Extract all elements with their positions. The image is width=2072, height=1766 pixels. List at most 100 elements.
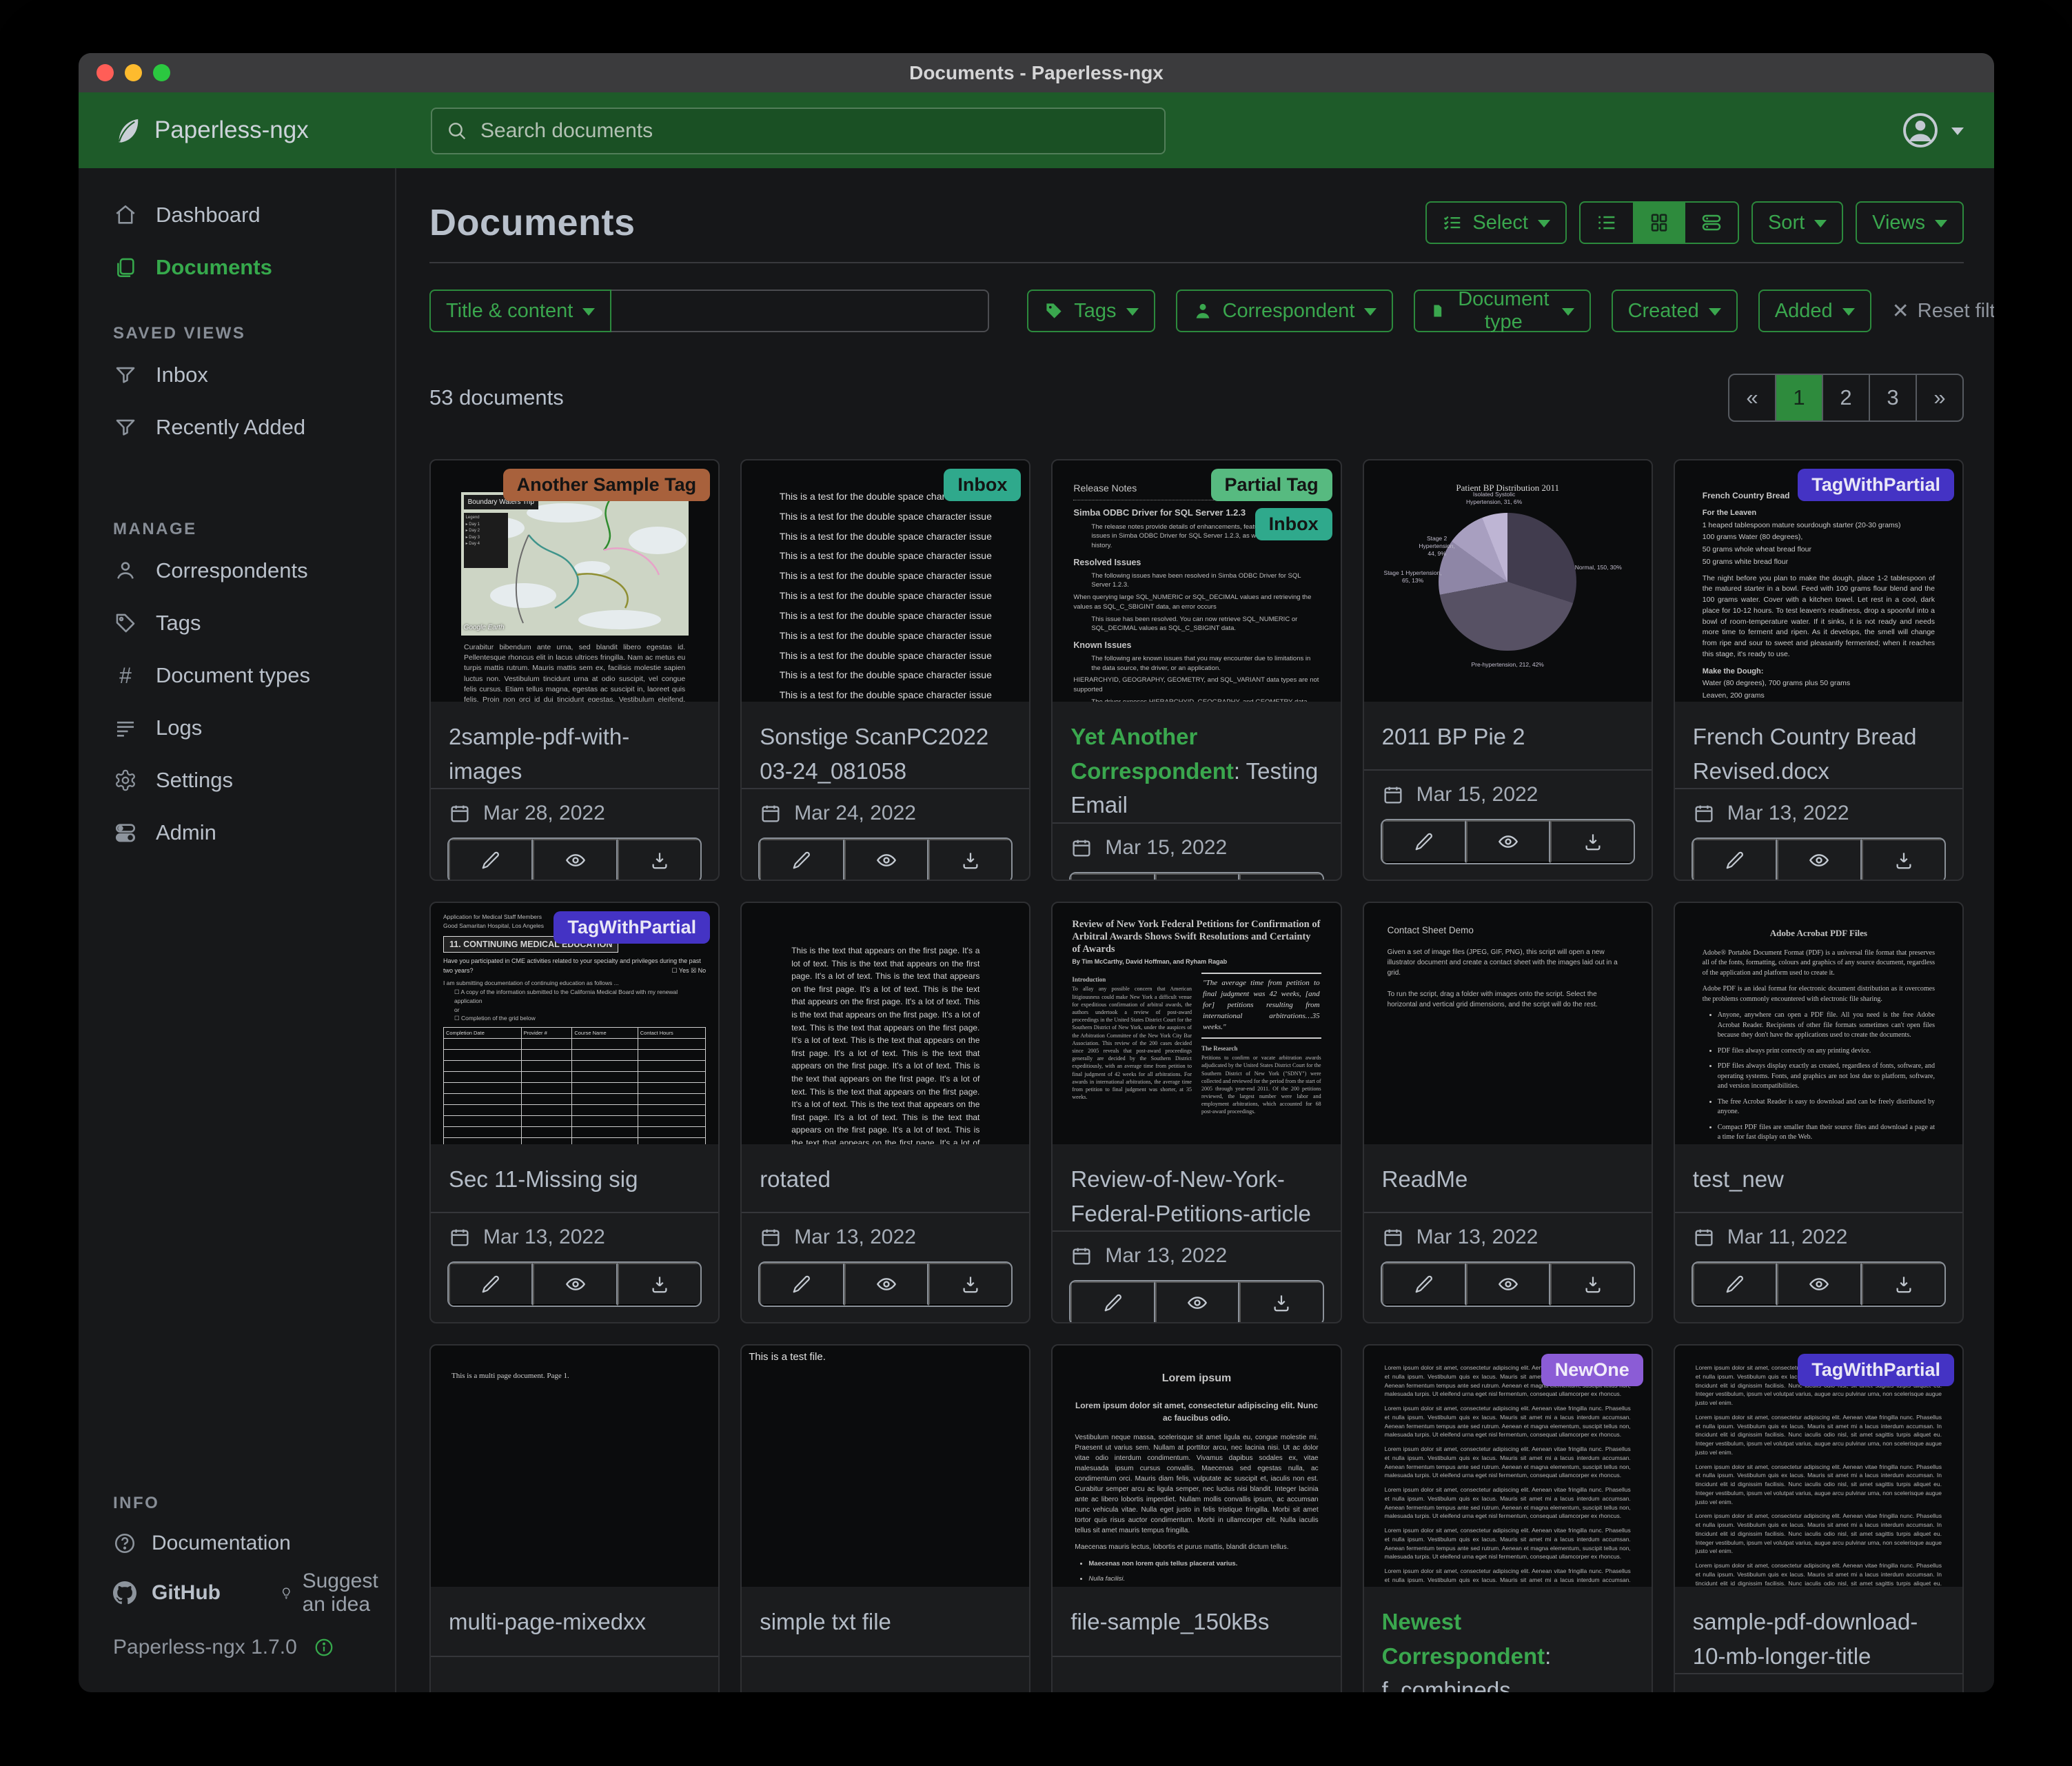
pagination-page-3[interactable]: 3 xyxy=(1870,375,1917,420)
document-title[interactable]: 2011 BP Pie 2 xyxy=(1364,702,1652,769)
document-type-filter-button[interactable]: Document type xyxy=(1414,290,1590,332)
sidebar-item-github[interactable]: GitHub xyxy=(152,1581,221,1605)
sort-button[interactable]: Sort xyxy=(1751,201,1843,244)
view-document-button[interactable] xyxy=(844,1263,928,1306)
document-title[interactable]: French Country Bread Revised.docx xyxy=(1675,702,1962,788)
document-thumbnail[interactable]: Adobe Acrobat PDF Files Adobe® Portable … xyxy=(1675,903,1962,1144)
view-document-button[interactable] xyxy=(1155,1281,1239,1323)
reset-filters-button[interactable]: ✕ Reset filters xyxy=(1892,299,1994,323)
user-menu[interactable] xyxy=(1900,92,1964,168)
edit-document-button[interactable] xyxy=(760,839,844,881)
sidebar-item-admin[interactable]: Admin xyxy=(79,806,395,859)
document-thumbnail[interactable]: Application for Medical Staff MembersGoo… xyxy=(431,903,718,1144)
views-button[interactable]: Views xyxy=(1856,201,1964,244)
document-thumbnail[interactable]: This is a multi page document. Page 1. xyxy=(431,1346,718,1587)
view-mode-details[interactable] xyxy=(1685,203,1738,243)
sidebar-item-settings[interactable]: Settings xyxy=(79,754,395,806)
correspondent-filter-button[interactable]: Correspondent xyxy=(1176,290,1394,332)
document-correspondent[interactable]: Yet Another Correspondent xyxy=(1070,724,1234,784)
view-document-button[interactable] xyxy=(533,839,617,881)
document-tag[interactable]: Another Sample Tag xyxy=(503,469,711,501)
download-document-button[interactable] xyxy=(928,839,1011,881)
view-document-button[interactable] xyxy=(1155,873,1239,882)
edit-document-button[interactable] xyxy=(1382,820,1466,863)
zoom-window-button[interactable] xyxy=(153,64,170,81)
pagination-page-2[interactable]: 2 xyxy=(1823,375,1870,420)
title-content-filter-input[interactable] xyxy=(611,290,989,332)
info-circle-icon[interactable] xyxy=(314,1637,334,1658)
title-content-filter-button[interactable]: Title & content xyxy=(429,290,611,332)
document-tag[interactable]: Inbox xyxy=(1255,508,1332,540)
close-window-button[interactable] xyxy=(97,64,114,81)
added-filter-button[interactable]: Added xyxy=(1758,290,1871,332)
document-thumbnail[interactable]: This is the text that appears on the fir… xyxy=(742,903,1029,1144)
download-document-button[interactable] xyxy=(1239,1281,1322,1323)
download-document-button[interactable] xyxy=(1239,873,1322,882)
sidebar-item-inbox[interactable]: Inbox xyxy=(79,349,395,401)
document-tag[interactable]: TagWithPartial xyxy=(1798,469,1954,501)
document-tag[interactable]: NewOne xyxy=(1541,1354,1643,1386)
view-document-button[interactable] xyxy=(844,839,928,881)
search-box[interactable] xyxy=(431,108,1166,154)
document-title[interactable]: Sonstige ScanPC2022 03-24_081058 xyxy=(742,702,1029,788)
sidebar-item-tags[interactable]: Tags xyxy=(79,597,395,649)
view-document-button[interactable] xyxy=(1466,1263,1550,1306)
document-thumbnail[interactable]: Review of New York Federal Petitions for… xyxy=(1053,903,1340,1144)
sidebar-item-documentation[interactable]: Documentation xyxy=(79,1519,395,1568)
document-title[interactable]: simple txt file xyxy=(742,1587,1029,1656)
document-tag[interactable]: TagWithPartial xyxy=(1798,1354,1954,1386)
edit-document-button[interactable] xyxy=(1070,873,1155,882)
edit-document-button[interactable] xyxy=(449,1263,533,1306)
document-title[interactable]: Sec 11-Missing sig xyxy=(431,1144,718,1212)
document-tag[interactable]: TagWithPartial xyxy=(553,911,710,944)
edit-document-button[interactable] xyxy=(1070,1281,1155,1323)
view-mode-list[interactable] xyxy=(1581,203,1633,243)
document-title[interactable]: rotated xyxy=(742,1144,1029,1212)
document-thumbnail[interactable]: Patient BP Distribution 2011 Normal, 150… xyxy=(1364,460,1652,702)
edit-document-button[interactable] xyxy=(1693,839,1777,881)
sidebar-item-recently-added[interactable]: Recently Added xyxy=(79,401,395,454)
created-filter-button[interactable]: Created xyxy=(1612,290,1738,332)
document-tag[interactable]: Inbox xyxy=(944,469,1021,501)
document-correspondent[interactable]: Newest Correspondent xyxy=(1382,1609,1545,1669)
download-document-button[interactable] xyxy=(1550,1263,1633,1306)
document-thumbnail[interactable]: Lorem ipsum dolor sit amet, consectetur … xyxy=(1364,1346,1652,1587)
sidebar-item-logs[interactable]: Logs xyxy=(79,702,395,754)
view-document-button[interactable] xyxy=(1777,1263,1861,1306)
document-title[interactable]: test_new xyxy=(1675,1144,1962,1212)
view-document-button[interactable] xyxy=(1466,820,1550,863)
download-document-button[interactable] xyxy=(618,1263,700,1306)
document-tag[interactable]: Partial Tag xyxy=(1211,469,1332,501)
document-thumbnail[interactable]: Release Notes Simba ODBC Driver for SQL … xyxy=(1053,460,1340,702)
edit-document-button[interactable] xyxy=(1693,1263,1777,1306)
document-title[interactable]: sample-pdf-download-10-mb-longer-title xyxy=(1675,1587,1962,1673)
download-document-button[interactable] xyxy=(1862,839,1944,881)
download-document-button[interactable] xyxy=(928,1263,1011,1306)
download-document-button[interactable] xyxy=(1550,820,1633,863)
view-document-button[interactable] xyxy=(533,1263,617,1306)
document-title[interactable]: Newest Correspondent: f_combineds xyxy=(1364,1587,1652,1692)
brand[interactable]: Paperless-ngx xyxy=(110,114,309,146)
edit-document-button[interactable] xyxy=(449,839,533,881)
edit-document-button[interactable] xyxy=(760,1263,844,1306)
search-input[interactable] xyxy=(479,119,1150,143)
document-title[interactable]: 2sample-pdf-with-images xyxy=(431,702,718,788)
select-button[interactable]: Select xyxy=(1425,201,1567,244)
document-title[interactable]: file-sample_150kBs xyxy=(1053,1587,1340,1656)
view-document-button[interactable] xyxy=(1777,839,1861,881)
download-document-button[interactable] xyxy=(618,839,700,881)
download-document-button[interactable] xyxy=(1862,1263,1944,1306)
document-thumbnail[interactable]: Lorem ipsum Lorem ipsum dolor sit amet, … xyxy=(1053,1346,1340,1587)
sidebar-item-correspondents[interactable]: Correspondents xyxy=(79,545,395,597)
edit-document-button[interactable] xyxy=(1382,1263,1466,1306)
document-thumbnail[interactable]: This is a test for the double space char… xyxy=(742,460,1029,702)
document-thumbnail[interactable]: French Country Bread For the Leaven1 hea… xyxy=(1675,460,1962,702)
sidebar-item-suggest-idea[interactable]: Suggest an idea xyxy=(280,1570,395,1616)
document-title[interactable]: multi-page-mixedxx xyxy=(431,1587,718,1656)
sidebar-item-dashboard[interactable]: Dashboard xyxy=(79,189,395,241)
document-title[interactable]: ReadMe xyxy=(1364,1144,1652,1212)
document-title[interactable]: Review-of-New-York-Federal-Petitions-art… xyxy=(1053,1144,1340,1230)
sidebar-item-document-types[interactable]: # Document types xyxy=(79,649,395,702)
tags-filter-button[interactable]: Tags xyxy=(1027,290,1155,332)
document-thumbnail[interactable]: Contact Sheet DemoGiven a set of image f… xyxy=(1364,903,1652,1144)
